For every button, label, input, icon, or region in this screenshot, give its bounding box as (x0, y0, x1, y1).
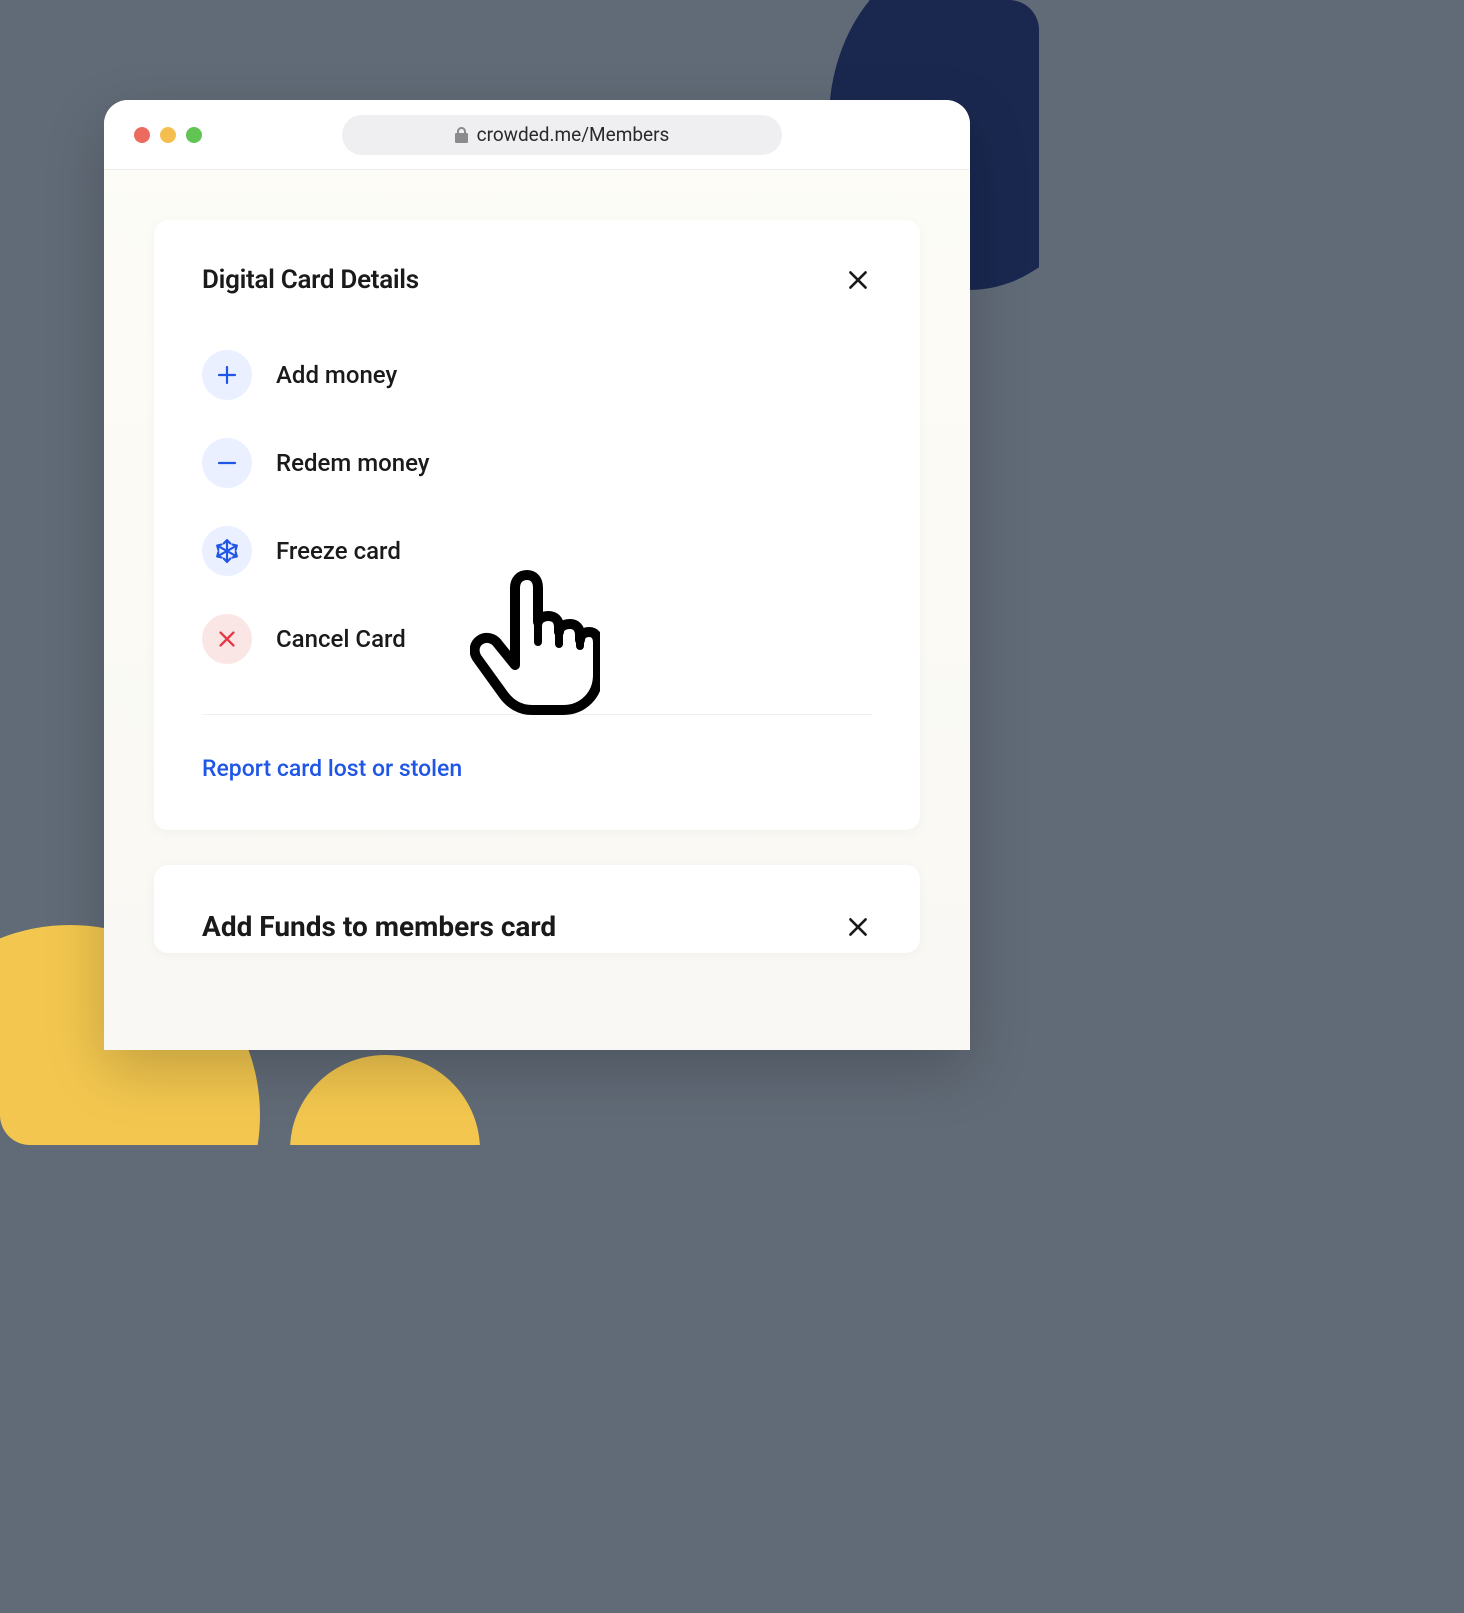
minus-icon (202, 438, 252, 488)
redeem-money-button[interactable]: Redem money (202, 438, 872, 488)
traffic-lights (134, 127, 202, 143)
freeze-card-button[interactable]: Freeze card (202, 526, 872, 576)
minimize-window-button[interactable] (160, 127, 176, 143)
x-icon (202, 614, 252, 664)
browser-bar: crowded.me/Members (104, 100, 970, 170)
action-list: Add money Redem money Freeze card (202, 350, 872, 715)
browser-content: Digital Card Details Add money (104, 170, 970, 1050)
action-label: Add money (276, 361, 397, 389)
close-icon (845, 914, 871, 940)
address-bar[interactable]: crowded.me/Members (342, 115, 782, 155)
action-label: Cancel Card (276, 625, 406, 653)
close-button[interactable] (844, 913, 872, 941)
lock-icon (455, 127, 469, 143)
add-money-button[interactable]: Add money (202, 350, 872, 400)
close-button[interactable] (844, 266, 872, 294)
action-label: Freeze card (276, 537, 401, 565)
maximize-window-button[interactable] (186, 127, 202, 143)
snowflake-icon (202, 526, 252, 576)
action-label: Redem money (276, 449, 430, 477)
panel-title: Digital Card Details (202, 265, 419, 295)
background-container: crowded.me/Members Digital Card Details (0, 0, 1039, 1145)
url-text: crowded.me/Members (477, 123, 670, 146)
panel-title: Add Funds to members card (202, 910, 556, 943)
close-window-button[interactable] (134, 127, 150, 143)
cancel-card-button[interactable]: Cancel Card (202, 614, 872, 664)
digital-card-panel: Digital Card Details Add money (154, 220, 920, 830)
panel-header: Digital Card Details (202, 265, 872, 295)
browser-window: crowded.me/Members Digital Card Details (104, 100, 970, 1050)
close-icon (845, 267, 871, 293)
decorative-blob-yellow-small (290, 1055, 480, 1145)
report-lost-stolen-link[interactable]: Report card lost or stolen (202, 755, 872, 782)
plus-icon (202, 350, 252, 400)
add-funds-panel: Add Funds to members card (154, 865, 920, 953)
